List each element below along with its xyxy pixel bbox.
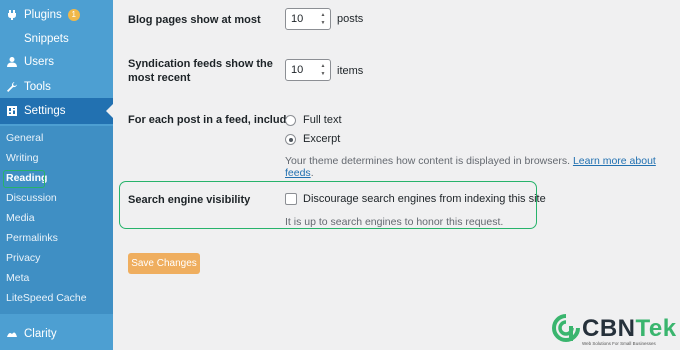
submenu-litespeed-cache[interactable]: LiteSpeed Cache <box>6 292 87 304</box>
submenu-discussion[interactable]: Discussion <box>6 192 57 204</box>
update-count-badge: 1 <box>67 9 80 21</box>
cbntek-logo: CBNTek Web Solutions For Small Businesse… <box>552 312 676 348</box>
discourage-search-label[interactable]: Discourage search engines from indexing … <box>303 193 546 205</box>
syndication-label: Syndication feeds show the most recent <box>128 57 273 85</box>
syndication-unit: items <box>337 65 364 77</box>
logo-brand-primary: CBN <box>582 315 636 342</box>
syndication-label-line1: Syndication feeds show the <box>128 58 273 70</box>
menu-users-label: Users <box>24 56 55 68</box>
blog-pages-unit: posts <box>337 13 364 25</box>
spinner-arrows-icon[interactable]: ▲ ▼ <box>319 12 327 26</box>
clarity-icon <box>6 328 18 340</box>
feed-description-end: . <box>310 167 314 179</box>
syndication-value: 10 <box>291 64 304 76</box>
cbntek-logo-icon <box>552 314 580 342</box>
blog-pages-label: Blog pages show at most <box>128 14 261 26</box>
submenu-privacy[interactable]: Privacy <box>6 252 40 264</box>
logo-brand-secondary: Tek <box>635 315 677 342</box>
menu-snippets-label: Snippets <box>24 33 69 45</box>
menu-clarity[interactable]: Clarity <box>0 322 113 346</box>
spinner-arrows-icon[interactable]: ▲ ▼ <box>319 63 327 77</box>
plugin-icon <box>6 9 18 21</box>
feed-description: Your theme determines how content is dis… <box>285 155 680 179</box>
reading-highlight-outline <box>3 170 45 188</box>
feed-description-text: Your theme determines how content is dis… <box>285 155 571 167</box>
blog-pages-value: 10 <box>291 13 304 25</box>
wrench-icon <box>6 81 18 93</box>
save-changes-button[interactable]: Save Changes <box>128 253 200 274</box>
menu-tools[interactable]: Tools <box>0 75 113 99</box>
menu-settings-label: Settings <box>24 105 66 117</box>
syndication-input[interactable]: 10 ▲ ▼ <box>285 59 331 81</box>
menu-snippets[interactable]: Snippets <box>0 27 113 51</box>
cbntek-logo-text: CBNTek <box>582 315 677 343</box>
syndication-label-line2: most recent <box>128 72 191 84</box>
logo-tagline: Web Solutions For Small Businesses <box>582 341 656 346</box>
menu-plugins[interactable]: Plugins 1 <box>0 3 113 27</box>
menu-users[interactable]: Users <box>0 50 113 74</box>
settings-icon <box>6 105 18 117</box>
feed-content-label: For each post in a feed, include <box>128 114 293 126</box>
excerpt-radio[interactable] <box>285 134 296 145</box>
search-visibility-label: Search engine visibility <box>128 194 251 206</box>
submenu-general[interactable]: General <box>6 132 43 144</box>
full-text-radio[interactable] <box>285 115 296 126</box>
discourage-search-checkbox[interactable] <box>285 193 297 205</box>
search-visibility-description: It is up to search engines to honor this… <box>285 216 504 228</box>
menu-settings[interactable]: Settings <box>0 98 113 124</box>
submenu-permalinks[interactable]: Permalinks <box>6 232 58 244</box>
users-icon <box>6 56 18 68</box>
submenu-meta[interactable]: Meta <box>6 272 29 284</box>
submenu-writing[interactable]: Writing <box>6 152 38 164</box>
menu-clarity-label: Clarity <box>24 328 57 340</box>
full-text-label[interactable]: Full text <box>303 114 342 126</box>
submenu-media[interactable]: Media <box>6 212 35 224</box>
excerpt-label[interactable]: Excerpt <box>303 133 340 145</box>
menu-plugins-label: Plugins <box>24 9 62 21</box>
admin-sidebar: Plugins 1 Snippets Users Tools Settings … <box>0 0 113 350</box>
blog-pages-input[interactable]: 10 ▲ ▼ <box>285 8 331 30</box>
menu-tools-label: Tools <box>24 81 51 93</box>
